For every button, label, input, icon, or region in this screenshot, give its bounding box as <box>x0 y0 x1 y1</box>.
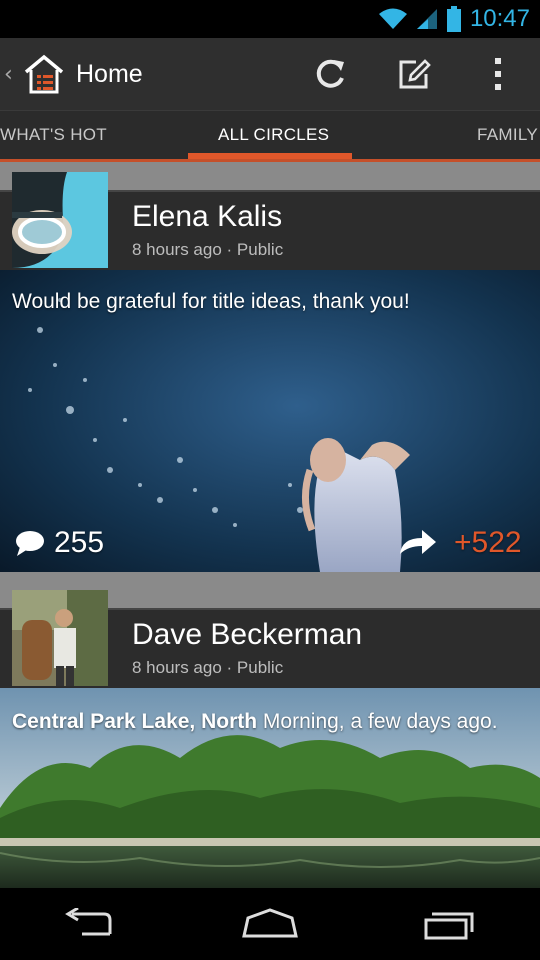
circle-tabs: WHAT'S HOT ALL CIRCLES FAMILY <box>0 110 540 163</box>
refresh-icon[interactable] <box>288 38 372 110</box>
back-icon[interactable] <box>40 894 140 954</box>
home-icon[interactable] <box>220 894 320 954</box>
system-nav-bar <box>0 888 540 960</box>
avatar[interactable] <box>12 172 108 268</box>
avatar[interactable] <box>12 590 108 686</box>
signal-icon <box>416 7 438 31</box>
comments-count[interactable]: 255 <box>14 526 104 560</box>
tab-family[interactable]: FAMILY <box>477 111 538 159</box>
post-text: Would be grateful for title ideas, thank… <box>12 290 410 313</box>
wifi-icon <box>378 7 408 31</box>
share-button[interactable] <box>396 526 440 556</box>
clock: 10:47 <box>469 5 530 32</box>
post-author[interactable]: Dave Beckerman <box>132 618 362 652</box>
tab-whats-hot[interactable]: WHAT'S HOT <box>0 111 107 159</box>
post-text-bold: Central Park Lake, North <box>12 710 258 733</box>
post-card[interactable]: Dave Beckerman 8 hours ago · Public Cent… <box>0 590 540 888</box>
up-caret-icon[interactable]: ‹ <box>4 62 18 87</box>
page-title[interactable]: Home <box>76 60 143 89</box>
post-author[interactable]: Elena Kalis <box>132 200 282 234</box>
overflow-menu-icon[interactable] <box>456 38 540 110</box>
post-text-rest: Morning, a few days ago. <box>257 710 498 733</box>
comments-count-label: 255 <box>54 526 105 559</box>
compose-icon[interactable] <box>372 38 456 110</box>
post-photo[interactable]: Central Park Lake, North Morning, a few … <box>0 688 540 888</box>
comment-icon <box>16 531 44 556</box>
tab-all-circles[interactable]: ALL CIRCLES <box>218 111 329 159</box>
post-text: Central Park Lake, North Morning, a few … <box>12 708 516 736</box>
post-card[interactable]: Elena Kalis 8 hours ago · Public Would b… <box>0 172 540 572</box>
home-app-icon[interactable] <box>22 52 66 96</box>
action-bar: ‹ Home <box>0 38 540 110</box>
post-photo[interactable]: Would be grateful for title ideas, thank… <box>0 270 540 572</box>
battery-icon <box>446 6 462 32</box>
stream-feed[interactable]: Elena Kalis 8 hours ago · Public Would b… <box>0 162 540 888</box>
status-bar: 10:47 <box>0 0 540 38</box>
plus-one-count[interactable]: +522 <box>454 526 522 560</box>
post-meta: 8 hours ago · Public <box>132 658 284 677</box>
post-meta: 8 hours ago · Public <box>132 240 284 259</box>
share-icon <box>400 530 436 554</box>
recent-apps-icon[interactable] <box>400 894 500 954</box>
